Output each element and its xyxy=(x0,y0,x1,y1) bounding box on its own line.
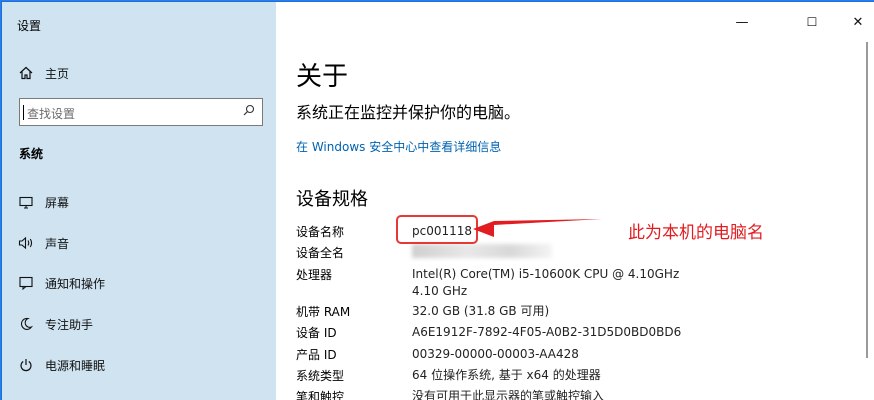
sidebar-item-label: 专注助手 xyxy=(45,317,94,332)
annotation-arrow-icon xyxy=(473,219,602,237)
sidebar-item-notifications[interactable]: 通知和操作 xyxy=(2,265,276,301)
monitor-icon xyxy=(18,194,34,210)
product-id-value: 00329-00000-00003-AA428 xyxy=(412,347,579,361)
annotation-text: 此为本机的电脑名 xyxy=(628,223,764,243)
spec-label: 机带 RAM xyxy=(296,305,351,319)
power-icon xyxy=(18,357,34,373)
text-caret xyxy=(23,105,24,120)
moon-icon xyxy=(18,316,34,332)
settings-window: 设置 主页 查找设置 系统 屏幕 声音 通知和操作 专注助手 电源和睡眠 — ☐… xyxy=(0,0,874,400)
main-content: — ☐ ✕ 关于 系统正在监控并保护你的电脑。 在 Windows 安全中心中查… xyxy=(276,2,874,400)
sidebar-item-label: 电源和睡眠 xyxy=(45,358,106,373)
spec-label: 设备 ID xyxy=(296,326,337,340)
sidebar-item-home[interactable]: 主页 xyxy=(2,55,276,91)
sidebar-item-label: 通知和操作 xyxy=(45,276,106,291)
spec-label: 处理器 xyxy=(296,268,333,282)
search-icon[interactable] xyxy=(243,104,255,120)
processor-value: Intel(R) Core(TM) i5-10600K CPU @ 4.10GH… xyxy=(412,267,680,298)
redacted-full-device-name xyxy=(412,244,552,258)
minimize-button[interactable]: — xyxy=(719,10,765,34)
pen-touch-value: 没有可用于此显示器的笔或触控输入 xyxy=(412,389,605,400)
page-title: 关于 xyxy=(296,62,349,92)
close-button[interactable]: ✕ xyxy=(835,10,874,34)
protection-status-text: 系统正在监控并保护你的电脑。 xyxy=(296,103,521,122)
device-name-highlight-box xyxy=(396,215,478,244)
sidebar-item-display[interactable]: 屏幕 xyxy=(2,184,276,220)
maximize-button[interactable]: ☐ xyxy=(789,10,835,34)
spec-label: 产品 ID xyxy=(296,348,337,362)
ram-value: 32.0 GB (31.8 GB 可用) xyxy=(412,304,550,318)
section-label-system: 系统 xyxy=(19,147,44,161)
spec-label: 设备名称 xyxy=(296,225,345,239)
notification-icon xyxy=(18,275,34,291)
scrollbar[interactable] xyxy=(866,42,868,358)
sidebar-item-power-sleep[interactable]: 电源和睡眠 xyxy=(2,347,276,383)
home-icon xyxy=(18,65,34,81)
speaker-icon xyxy=(18,235,34,251)
window-title: 设置 xyxy=(17,19,42,33)
system-type-value: 64 位操作系统, 基于 x64 的处理器 xyxy=(412,368,601,382)
sidebar-item-label: 主页 xyxy=(45,66,70,81)
sidebar-item-label: 屏幕 xyxy=(45,195,70,210)
security-center-link[interactable]: 在 Windows 安全中心中查看详细信息 xyxy=(296,138,501,155)
device-specs-heading: 设备规格 xyxy=(296,189,368,210)
device-id-value: A6E1912F-7892-4F05-A0B2-31D5D0BD0BD6 xyxy=(412,325,682,339)
search-placeholder: 查找设置 xyxy=(27,107,76,121)
spec-label: 设备全名 xyxy=(296,246,345,260)
sidebar: 设置 主页 查找设置 系统 屏幕 声音 通知和操作 专注助手 电源和睡眠 xyxy=(2,2,276,400)
sidebar-item-focus-assist[interactable]: 专注助手 xyxy=(2,306,276,342)
search-input[interactable]: 查找设置 xyxy=(19,98,263,126)
spec-label: 系统类型 xyxy=(296,369,345,383)
sidebar-item-label: 声音 xyxy=(45,236,70,251)
spec-label: 笔和触控 xyxy=(296,390,345,400)
sidebar-item-sound[interactable]: 声音 xyxy=(2,225,276,261)
